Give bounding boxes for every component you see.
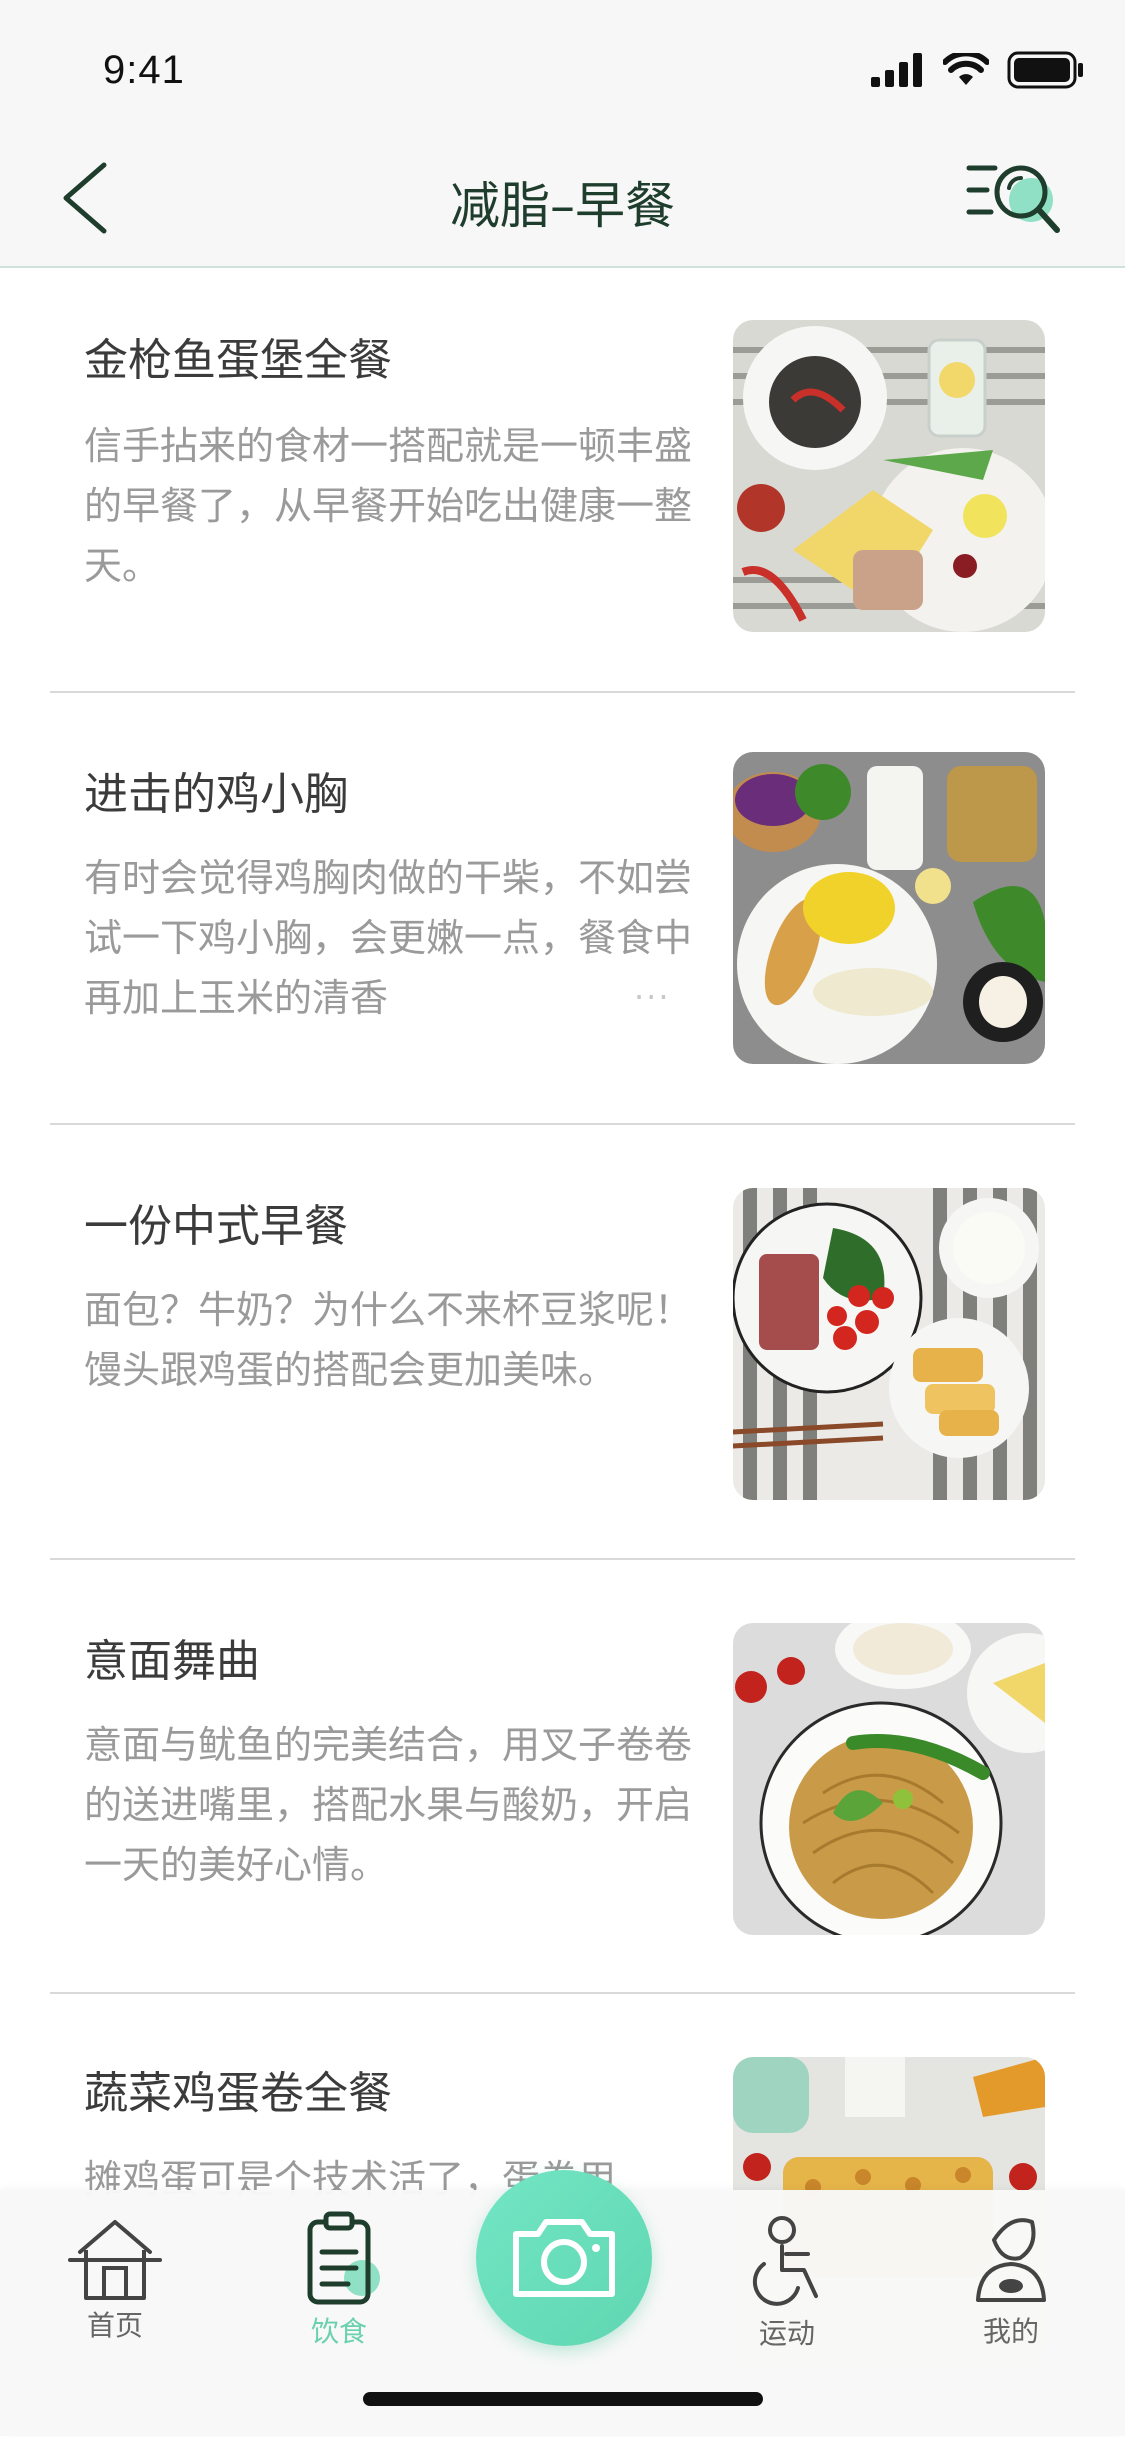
search-list-button[interactable] [965, 154, 1065, 242]
recipe-image [733, 1188, 1045, 1500]
divider [50, 1558, 1075, 1560]
status-bar: 9:41 [0, 0, 1125, 130]
house-icon [68, 2220, 162, 2300]
recipe-description: 有时会觉得鸡胸肉做的干柴，不如尝试一下鸡小胸，会更嫩一点，餐食中再加上玉米的清香 [84, 856, 693, 1020]
tab-label: 我的 [982, 2315, 1039, 2348]
home-indicator[interactable] [363, 2392, 763, 2406]
divider [50, 691, 1075, 693]
recipe-item[interactable]: 进击的鸡小胸 有时会觉得鸡胸肉做的干柴，不如尝试一下鸡小胸，会更嫩一点，餐食中再… [0, 702, 1125, 1136]
recipe-title: 进击的鸡小胸 [84, 769, 348, 820]
recipe-title: 蔬菜鸡蛋卷全餐 [84, 2068, 392, 2119]
recipe-item[interactable]: 意面舞曲 意面与鱿鱼的完美结合，用叉子卷卷的送进嘴里，搭配水果与酸奶，开启一天的… [0, 1569, 1125, 2003]
running-person-icon [752, 2216, 818, 2306]
profile-icon [976, 2218, 1046, 2302]
recipe-image [733, 1623, 1045, 1935]
tab-exercise[interactable]: 运动 [712, 2200, 862, 2350]
recipe-item[interactable]: 一份中式早餐 面包？牛奶？为什么不来杯豆浆呢！馒头跟鸡蛋的搭配会更加美味。 [0, 1134, 1125, 1568]
recipe-description: 意面与鱿鱼的完美结合，用叉子卷卷的送进嘴里，搭配水果与酸奶，开启一天的美好心情。 [84, 1723, 693, 1887]
page-title: 减脂–早餐 [450, 177, 675, 235]
recipe-description: 面包？牛奶？为什么不来杯豆浆呢！馒头跟鸡蛋的搭配会更加美味。 [84, 1288, 693, 1392]
camera-icon [513, 2219, 615, 2297]
tab-diet[interactable]: 饮食 [264, 2200, 414, 2350]
more-dots-icon: ··· [634, 978, 671, 1016]
tab-label: 饮食 [310, 2315, 367, 2348]
food-photo-chicken-icon [733, 752, 1045, 1064]
signal-icon [871, 53, 922, 87]
nav-bar: 减脂–早餐 [0, 130, 1125, 268]
tab-label: 首页 [86, 2309, 143, 2342]
tab-home[interactable]: 首页 [40, 2200, 190, 2350]
recipe-image [733, 320, 1045, 632]
divider [50, 1123, 1075, 1125]
food-photo-pasta-icon [733, 1623, 1045, 1935]
divider [50, 1992, 1075, 1994]
recipe-title: 意面舞曲 [84, 1636, 260, 1687]
camera-button[interactable] [476, 2170, 652, 2346]
tab-profile[interactable]: 我的 [936, 2200, 1086, 2350]
tab-label: 运动 [758, 2317, 815, 2350]
wifi-icon [943, 53, 989, 85]
recipe-title: 金枪鱼蛋堡全餐 [84, 335, 392, 386]
food-photo-chinese-breakfast-icon [733, 1188, 1045, 1500]
status-time: 9:41 [103, 48, 185, 92]
recipe-item[interactable]: 金枪鱼蛋堡全餐 信手拈来的食材一搭配就是一顿丰盛的早餐了，从早餐开始吃出健康一整… [0, 268, 1125, 702]
recipe-title: 一份中式早餐 [84, 1201, 348, 1252]
list-search-icon [966, 165, 1060, 233]
recipe-description: 信手拈来的食材一搭配就是一顿丰盛的早餐了，从早餐开始吃出健康一整天。 [84, 424, 693, 588]
food-photo-tuna-icon [733, 320, 1045, 632]
status-icons [871, 50, 1085, 90]
clipboard-icon [307, 2211, 380, 2305]
recipe-image [733, 752, 1045, 1064]
battery-icon [1007, 51, 1083, 89]
